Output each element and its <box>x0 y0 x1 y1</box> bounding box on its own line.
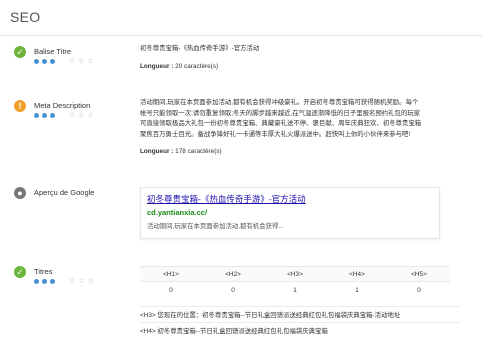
heading-h1-header: <H1> <box>140 266 202 282</box>
heading-h4-line: <H4> 初冬尊贵宝箱--节日礼盒回馈派送经典红包礼包福袋庆典宝箱 <box>140 328 328 335</box>
heading-h4-count: 1 <box>355 287 359 294</box>
length-value: 20 caractère(s) <box>175 63 219 70</box>
section-balise-titre: ✓ Balise Titre ☆ ☆ ☆ 初冬尊贵宝箱-《热血传奇手游》-官方活… <box>0 44 482 94</box>
google-preview-desc: 活动期间,玩家在本页面参加活动,都有机会获得... <box>147 223 284 230</box>
star-icon: ☆ <box>69 112 76 119</box>
eye-icon: ● <box>14 187 26 199</box>
balise-titre-label: Balise Titre <box>34 47 72 56</box>
heading-h4-header: <H4> <box>326 266 388 282</box>
rating-dot <box>34 279 39 284</box>
page-title: SEO <box>10 9 41 25</box>
star-icon: ☆ <box>69 58 76 65</box>
heading-h5-header: <H5> <box>388 266 450 282</box>
rating-dot <box>42 113 47 118</box>
google-preview-url[interactable]: cd.yantianxia.cc/ <box>147 208 207 217</box>
section-google-preview: ● Aperçu de Google 初冬尊贵宝箱-《热血传奇手游》-官方活动 … <box>0 185 482 245</box>
titres-rating: ☆ ☆ ☆ <box>34 278 94 285</box>
star-icon: ☆ <box>87 112 94 119</box>
rating-dot <box>42 59 47 64</box>
meta-line: 聚焦百万勇士目光。备战争锋好礼一卡通等丰厚大礼火爆派送中。赶快叫上你的小伙伴来参… <box>140 130 411 138</box>
length-label: Longueur : <box>140 63 174 70</box>
heading-h2-count: 0 <box>231 287 235 294</box>
rating-dot <box>50 279 55 284</box>
google-preview-card: 初冬尊贵宝箱-《热血传奇手游》-官方活动 cd.yantianxia.cc/ 活… <box>140 187 440 239</box>
titres-label: Titres <box>34 267 53 276</box>
rating-dot <box>34 59 39 64</box>
divider <box>140 306 460 307</box>
warning-icon: ! <box>14 100 26 112</box>
headings-table: <H1> <H2> <H3> <H4> <H5> 0 0 1 1 0 <box>140 266 450 300</box>
balise-titre-rating: ☆ ☆ ☆ <box>34 58 94 65</box>
section-meta-description: ! Meta Description ☆ ☆ ☆ 活动期间,玩家在本页面参加活动… <box>0 97 482 167</box>
check-icon: ✓ <box>14 46 26 58</box>
heading-h3-count: 1 <box>293 287 297 294</box>
google-preview-label: Aperçu de Google <box>34 188 95 197</box>
seo-header: SEO <box>0 0 482 36</box>
heading-h2-header: <H2> <box>202 266 264 282</box>
meta-description-text: 活动期间,玩家在本页面参加活动,都有机会获得冲级豪礼。开启初冬尊贵宝箱可获得随机… <box>140 98 470 140</box>
star-icon: ☆ <box>78 112 85 119</box>
heading-h3-header: <H3> <box>264 266 326 282</box>
google-preview-title[interactable]: 初冬尊贵宝箱-《热血传奇手游》-官方活动 <box>147 193 306 205</box>
star-icon: ☆ <box>87 278 94 285</box>
headings-count-row: 0 0 1 1 0 <box>140 282 450 300</box>
heading-h1-count: 0 <box>169 287 173 294</box>
rating-dot <box>50 113 55 118</box>
section-titres: ✓ Titres ☆ ☆ ☆ <H1> <H2> <H3> <H4> <H5> … <box>0 264 482 344</box>
rating-dot <box>34 113 39 118</box>
meta-description-length: Longueur : 178 caractère(s) <box>140 147 470 158</box>
length-label: Longueur : <box>140 148 174 155</box>
star-icon: ☆ <box>69 278 76 285</box>
meta-line: 帐号只能领取一次;请勿重复领取;冬天的脚步越来越近,在气温逐渐降低的日子里报名预… <box>140 109 421 117</box>
length-value: 178 caractère(s) <box>175 148 222 155</box>
rating-dot <box>50 59 55 64</box>
balise-titre-length: Longueur : 20 caractère(s) <box>140 62 470 73</box>
star-icon: ☆ <box>78 58 85 65</box>
divider <box>140 322 460 323</box>
meta-line: 可直接领取极品大礼包一份初冬尊贵宝箱、典藏豪礼送不停、褒巨献、周年庆典狂欢、初冬… <box>140 120 422 127</box>
rating-dot <box>42 279 47 284</box>
heading-h5-count: 0 <box>417 287 421 294</box>
meta-description-label: Meta Description <box>34 101 91 110</box>
headings-header-row: <H1> <H2> <H3> <H4> <H5> <box>140 266 450 282</box>
star-icon: ☆ <box>87 58 94 65</box>
star-icon: ☆ <box>78 278 85 285</box>
heading-h3-line: <H3> 您现在的位置：初冬尊贵宝箱--节日礼盒回馈派送经典红包礼包福袋庆典宝箱… <box>140 312 401 319</box>
meta-line: 活动期间,玩家在本页面参加活动,都有机会获得冲级豪礼。开启初冬尊贵宝箱可获得随机… <box>140 99 419 106</box>
balise-titre-text: 初冬尊贵宝箱-《热血传奇手游》-官方活动 <box>140 45 260 52</box>
meta-description-rating: ☆ ☆ ☆ <box>34 112 94 119</box>
check-icon: ✓ <box>14 266 26 278</box>
